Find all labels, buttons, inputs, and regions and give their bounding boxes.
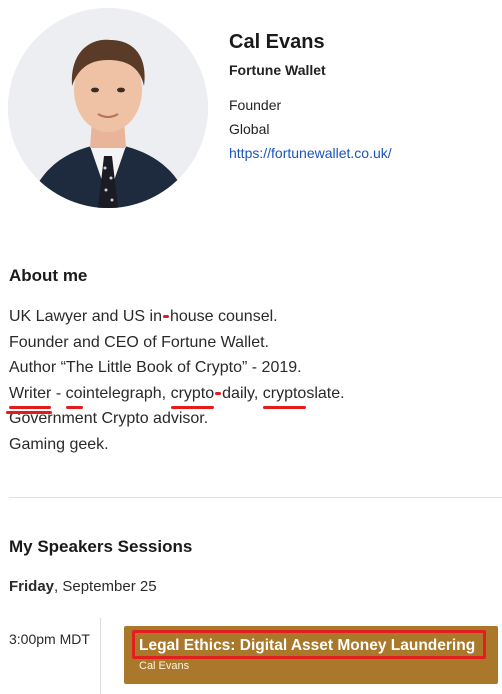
speaker-role: Founder xyxy=(229,97,282,113)
about-text-segment: daily, xyxy=(222,384,263,402)
spellcheck-word: crypto xyxy=(170,381,214,409)
section-divider xyxy=(9,497,502,498)
session-time: 3:00pm MDT xyxy=(9,631,90,647)
about-text-segment: intelegraph, xyxy=(82,384,171,402)
about-text-segment: house counsel. xyxy=(169,308,278,325)
speaker-company: Fortune Wallet xyxy=(229,62,326,78)
website-link[interactable]: https://fortunewallet.co.uk/ xyxy=(229,141,392,165)
about-line-4: Writer - cointelegraph, crypto daily, cry… xyxy=(5,381,489,414)
spellcheck-marker xyxy=(162,315,169,319)
about-line-2: Founder and CEO of Fortune Wallet. xyxy=(9,333,269,351)
speaker-location: Global xyxy=(229,121,270,137)
about-line-1: UK Lawyer and US in house counsel. xyxy=(9,304,489,330)
session-card[interactable]: Legal Ethics: Digital Asset Money Launde… xyxy=(124,626,498,684)
session-day-name: Friday xyxy=(9,578,55,595)
speaker-photo xyxy=(8,8,208,208)
about-heading: About me xyxy=(9,266,88,285)
about-line-6: Gaming geek. xyxy=(9,435,109,453)
session-speaker: Cal Evans xyxy=(139,660,190,672)
spellcheck-word: crypto xyxy=(262,381,306,409)
about-line-3: Author “The Little Book of Crypto” - 201… xyxy=(9,359,302,376)
spellcheck-marker xyxy=(215,391,222,395)
profile-info: Cal Evans Fortune Wallet Founder Global … xyxy=(229,30,494,165)
speaker-profile-page: Cal Evans Fortune Wallet Founder Global … xyxy=(0,0,502,694)
session-day-date: , September 25 xyxy=(54,578,157,595)
sessions-heading: My Speakers Sessions xyxy=(9,537,193,556)
session-day-heading: Friday, September 25 xyxy=(9,578,157,595)
about-line-5: Government Crypto advisor. xyxy=(9,410,209,427)
session-title[interactable]: Legal Ethics: Digital Asset Money Launde… xyxy=(139,637,475,655)
about-text: UK Lawyer and US in house counsel. Founde… xyxy=(5,304,489,457)
avatar xyxy=(8,8,208,208)
spellcheck-word: co xyxy=(65,381,83,409)
about-text-segment: - xyxy=(51,384,66,402)
about-text-segment: UK Lawyer and US in xyxy=(9,308,162,325)
speaker-name: Cal Evans xyxy=(229,31,325,53)
about-text-segment: slate. xyxy=(306,384,345,402)
spellcheck-word: Writer xyxy=(5,381,53,414)
timeline-line xyxy=(100,618,101,694)
